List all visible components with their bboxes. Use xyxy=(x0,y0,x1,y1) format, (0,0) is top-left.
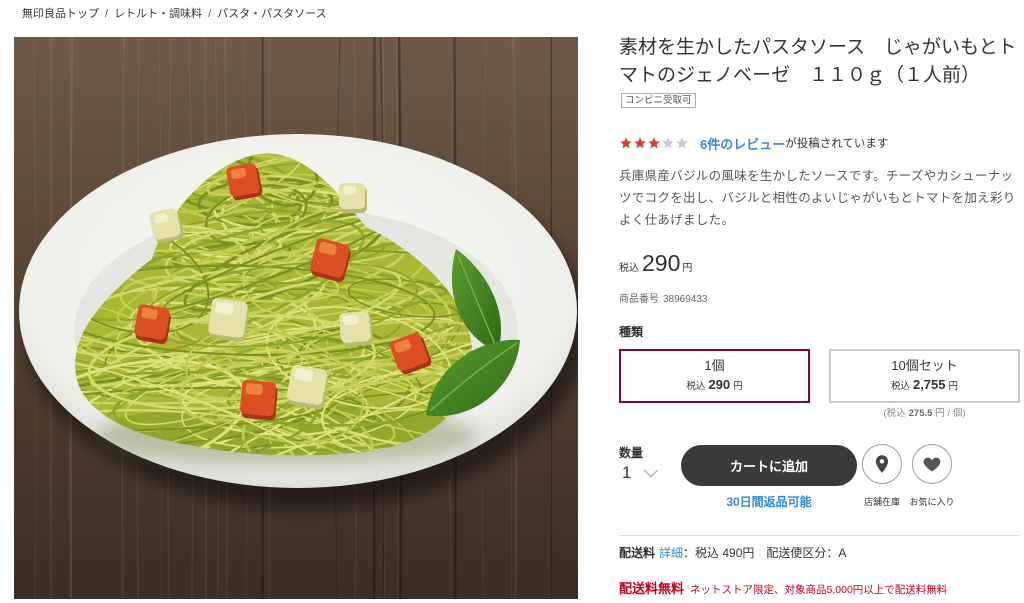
variant-label: 種類 xyxy=(619,325,644,339)
free-shipping-notice: 配送料無料 ネットストア限定、対象商品5,000円以上で配送料無料 xyxy=(619,581,947,598)
shipping-details-link[interactable]: 詳細 xyxy=(659,546,683,560)
rating-row: 6件のレビュー が投稿されています xyxy=(619,134,888,152)
item-number-value: 38969433 xyxy=(663,294,708,305)
price: 税込 290 円 xyxy=(619,250,692,277)
store-stock-label: 店舗在庫 xyxy=(863,497,900,507)
variant-price: 税込 2,755 円 xyxy=(891,376,958,396)
potato-cube xyxy=(339,311,374,347)
variant-price: 税込 290 円 xyxy=(686,376,742,396)
per-unit-suffix: 円 / 個) xyxy=(935,408,966,419)
store-stock-button[interactable] xyxy=(862,444,902,484)
shipping-fee: ：税込 490円 xyxy=(683,546,755,560)
favorite-button[interactable] xyxy=(912,444,952,484)
shipping-label: 配送料 xyxy=(619,546,656,560)
product-title: 素材を生かしたパスタソース じゃがいもとトマトのジェノベーゼ １１０ｇ（１人前） xyxy=(619,37,1017,86)
price-unit: 円 xyxy=(682,263,693,274)
reviews-suffix: が投稿されています xyxy=(785,138,889,150)
add-to-cart-button[interactable]: カートに追加 xyxy=(681,445,857,486)
breadcrumb-separator: / xyxy=(208,8,212,20)
tomato-cube xyxy=(239,379,278,421)
price-amount: 290 xyxy=(642,250,681,276)
star-icon xyxy=(620,137,632,149)
star-icon xyxy=(634,137,646,149)
item-number: 商品番号 38969433 xyxy=(619,290,708,305)
breadcrumb-link-top[interactable]: 無印良品トップ xyxy=(22,8,99,20)
potato-cube xyxy=(339,183,367,213)
product-info: 素材を生かしたパスタソース じゃがいもとトマトのジェノベーゼ １１０ｇ（１人前）… xyxy=(619,0,1020,603)
variant-name: 1個 xyxy=(704,358,725,373)
product-description: 兵庫県産バジルの風味を生かしたソースです。チーズやカシューナッツでコクを出し、バ… xyxy=(619,169,1016,227)
return-policy-link[interactable]: 30日間返品可能 xyxy=(681,493,857,510)
potato-cube xyxy=(208,298,250,342)
quantity-value: 1 xyxy=(622,463,632,482)
shipping-class: 配送便区分：A xyxy=(766,546,847,560)
per-unit-prefix: (税込 xyxy=(883,408,906,419)
location-pin-icon xyxy=(875,455,889,473)
breadcrumb-link-pasta[interactable]: パスタ・パスタソース xyxy=(217,8,326,20)
breadcrumb-link-retort[interactable]: レトルト・調味料 xyxy=(114,8,202,20)
reviews-link[interactable]: 6件のレビュー xyxy=(700,134,785,153)
variant-name: 10個セット xyxy=(891,358,958,373)
variant-price-prefix: 税込 xyxy=(890,381,910,392)
breadcrumb-separator: / xyxy=(105,8,109,20)
tomato-cube xyxy=(134,304,172,345)
quantity-label: 数量 xyxy=(619,446,644,460)
free-shipping-label: 配送料無料 xyxy=(619,581,685,596)
convenience-store-pickup-badge: コンビニ受取可 xyxy=(621,93,696,108)
breadcrumb: 無印良品トップ / レトルト・調味料 / パスタ・パスタソース xyxy=(22,6,327,22)
variant-price-unit: 円 xyxy=(948,381,959,392)
product-photo xyxy=(14,37,578,599)
variant-option-single[interactable]: 1個 税込 290 円 xyxy=(619,349,810,403)
divider xyxy=(619,535,1020,536)
favorite-label: お気に入り xyxy=(909,497,955,507)
variant-price-amount: 2,755 xyxy=(912,377,946,392)
price-tax-label: 税込 xyxy=(619,263,639,274)
star-icon xyxy=(662,137,674,149)
per-unit-value: 275.5 xyxy=(908,408,933,419)
free-shipping-note: ネットストア限定、対象商品5,000円以上で配送料無料 xyxy=(690,584,948,596)
item-number-label: 商品番号 xyxy=(619,294,659,305)
variant-price-prefix: 税込 xyxy=(686,381,706,392)
quantity-select[interactable]: 1 xyxy=(619,462,659,484)
star-icon xyxy=(648,137,660,149)
variant-price-amount: 290 xyxy=(708,377,731,392)
chevron-down-icon xyxy=(644,469,659,478)
product-image[interactable] xyxy=(14,37,578,599)
potato-cube xyxy=(286,364,329,410)
heart-icon xyxy=(923,457,941,472)
shipping-info: 配送料 詳細：税込 490円 配送便区分：A xyxy=(619,545,846,561)
rating-stars xyxy=(619,136,689,150)
star-icon xyxy=(676,137,688,149)
per-unit-price: (税込 275.5 円 / 個) xyxy=(829,405,1020,419)
variant-price-unit: 円 xyxy=(733,381,743,392)
variant-option-set-of-10[interactable]: 10個セット 税込 2,755 円 xyxy=(829,349,1020,403)
